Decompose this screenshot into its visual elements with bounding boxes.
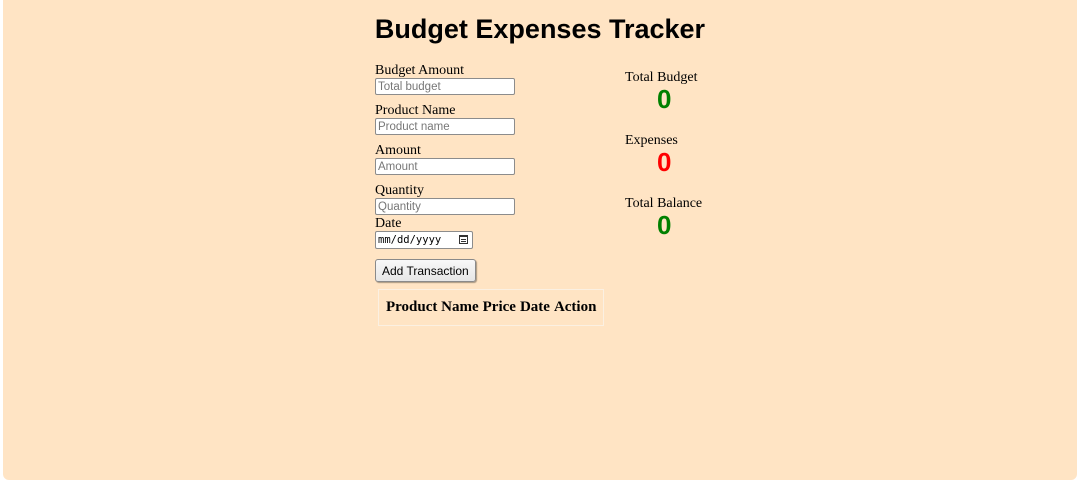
transactions-table: Product Name Price Date Action bbox=[378, 289, 605, 326]
product-name-label: Product Name bbox=[375, 103, 456, 118]
total-balance-value: 0 bbox=[657, 210, 672, 240]
product-name-input[interactable] bbox=[375, 118, 515, 135]
expenses-block: Expenses 0 bbox=[625, 133, 678, 175]
column-header-product-name: Product Name bbox=[386, 299, 479, 315]
budget-amount-input[interactable] bbox=[375, 78, 515, 95]
amount-input[interactable] bbox=[375, 158, 515, 175]
column-header-date: Date bbox=[519, 299, 550, 315]
page-title: Budget Expenses Tracker bbox=[374, 14, 706, 44]
column-header-action: Action bbox=[553, 299, 597, 315]
add-transaction-button[interactable]: Add Transaction bbox=[375, 259, 476, 282]
calendar-icon[interactable] bbox=[459, 235, 468, 244]
transaction-form: Budget Amount Product Name Amount Quanti… bbox=[375, 63, 615, 282]
expenses-value: 0 bbox=[657, 147, 672, 177]
quantity-input[interactable] bbox=[375, 198, 515, 215]
date-label: Date bbox=[375, 216, 402, 231]
total-balance-block: Total Balance 0 bbox=[625, 196, 702, 238]
table-header-row: Product Name Price Date Action bbox=[385, 295, 597, 320]
date-placeholder: mm/dd/yyyy bbox=[378, 234, 442, 246]
date-input[interactable]: mm/dd/yyyy bbox=[375, 231, 473, 249]
quantity-label: Quantity bbox=[375, 183, 424, 198]
column-header-price: Price bbox=[482, 299, 516, 315]
total-budget-value: 0 bbox=[657, 84, 672, 114]
total-budget-block: Total Budget 0 bbox=[625, 70, 698, 112]
amount-label: Amount bbox=[375, 143, 421, 158]
budget-amount-label: Budget Amount bbox=[375, 63, 465, 78]
